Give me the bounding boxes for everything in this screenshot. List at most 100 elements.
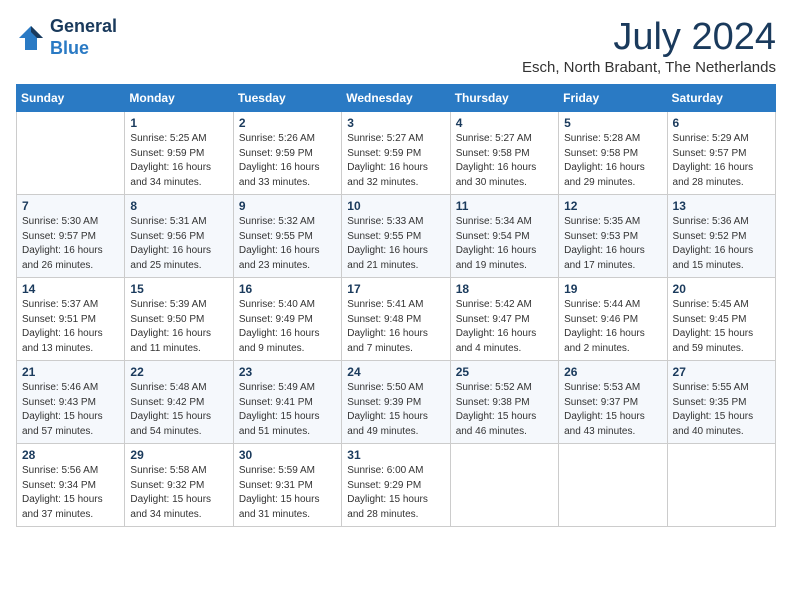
day-number: 8 [130,199,227,213]
day-info: Sunrise: 5:37 AM Sunset: 9:51 PM Dayligh… [22,298,119,356]
day-info: Sunrise: 5:56 AM Sunset: 9:34 PM Dayligh… [22,464,119,522]
col-header-wednesday: Wednesday [342,85,450,112]
day-info: Sunrise: 6:00 AM Sunset: 9:29 PM Dayligh… [347,464,444,522]
day-info: Sunrise: 5:58 AM Sunset: 9:32 PM Dayligh… [130,464,227,522]
day-number: 22 [130,365,227,379]
day-info: Sunrise: 5:40 AM Sunset: 9:49 PM Dayligh… [239,298,336,356]
day-info: Sunrise: 5:31 AM Sunset: 9:56 PM Dayligh… [130,215,227,273]
day-number: 25 [456,365,553,379]
day-number: 19 [564,282,661,296]
calendar-cell: 11 Sunrise: 5:34 AM Sunset: 9:54 PM Dayli… [450,195,558,278]
calendar-week-2: 7Sunrise: 5:30 AM Sunset: 9:57 PM Daylig… [17,195,776,278]
day-number: 16 [239,282,336,296]
calendar-cell: 25 Sunrise: 5:52 AM Sunset: 9:38 PM Dayli… [450,361,558,444]
day-info: Sunrise: 5:32 AM Sunset: 9:55 PM Dayligh… [239,215,336,273]
day-info: Sunrise: 5:53 AM Sunset: 9:37 PM Dayligh… [564,381,661,439]
day-info: Sunrise: 5:26 AM Sunset: 9:59 PM Dayligh… [239,132,336,190]
page-header: General Blue July 2024 Esch, North Braba… [16,16,776,76]
calendar-cell: 13Sunrise: 5:36 AM Sunset: 9:52 PM Dayli… [667,195,775,278]
calendar-cell: 7Sunrise: 5:30 AM Sunset: 9:57 PM Daylig… [17,195,125,278]
calendar-cell: 30Sunrise: 5:59 AM Sunset: 9:31 PM Dayli… [233,444,341,527]
day-number: 20 [673,282,770,296]
day-number: 4 [456,116,553,130]
calendar-table: SundayMondayTuesdayWednesdayThursdayFrid… [16,84,776,527]
calendar-cell: 27 Sunrise: 5:55 AM Sunset: 9:35 PM Dayli… [667,361,775,444]
day-info: Sunrise: 5:39 AM Sunset: 9:50 PM Dayligh… [130,298,227,356]
calendar-week-1: 1Sunrise: 5:25 AM Sunset: 9:59 PM Daylig… [17,112,776,195]
day-number: 21 [22,365,119,379]
day-number: 7 [22,199,119,213]
day-info: Sunrise: 5:34 AM Sunset: 9:54 PM Dayligh… [456,215,553,273]
day-number: 3 [347,116,444,130]
day-info: Sunrise: 5:48 AM Sunset: 9:42 PM Dayligh… [130,381,227,439]
calendar-cell: 1Sunrise: 5:25 AM Sunset: 9:59 PM Daylig… [125,112,233,195]
title-area: July 2024 Esch, North Brabant, The Nethe… [522,16,776,76]
logo-icon [16,23,46,53]
calendar-header-row: SundayMondayTuesdayWednesdayThursdayFrid… [17,85,776,112]
col-header-sunday: Sunday [17,85,125,112]
day-number: 1 [130,116,227,130]
day-number: 10 [347,199,444,213]
calendar-cell [17,112,125,195]
calendar-cell: 14 Sunrise: 5:37 AM Sunset: 9:51 PM Dayli… [17,278,125,361]
calendar-cell: 28 Sunrise: 5:56 AM Sunset: 9:34 PM Dayli… [17,444,125,527]
day-info: Sunrise: 5:27 AM Sunset: 9:59 PM Dayligh… [347,132,444,190]
calendar-cell: 24 Sunrise: 5:50 AM Sunset: 9:39 PM Dayli… [342,361,450,444]
calendar-cell: 10Sunrise: 5:33 AM Sunset: 9:55 PM Dayli… [342,195,450,278]
day-number: 15 [130,282,227,296]
day-info: Sunrise: 5:42 AM Sunset: 9:47 PM Dayligh… [456,298,553,356]
calendar-cell: 19 Sunrise: 5:44 AM Sunset: 9:46 PM Dayli… [559,278,667,361]
day-number: 27 [673,365,770,379]
calendar-cell [559,444,667,527]
calendar-cell: 2 Sunrise: 5:26 AM Sunset: 9:59 PM Daylig… [233,112,341,195]
col-header-tuesday: Tuesday [233,85,341,112]
calendar-cell: 15 Sunrise: 5:39 AM Sunset: 9:50 PM Dayli… [125,278,233,361]
day-number: 26 [564,365,661,379]
calendar-cell: 17 Sunrise: 5:41 AM Sunset: 9:48 PM Dayli… [342,278,450,361]
day-number: 2 [239,116,336,130]
day-number: 12 [564,199,661,213]
logo: General Blue [16,16,117,59]
day-number: 31 [347,448,444,462]
day-info: Sunrise: 5:46 AM Sunset: 9:43 PM Dayligh… [22,381,119,439]
logo-text: General Blue [50,16,117,59]
calendar-cell: 12 Sunrise: 5:35 AM Sunset: 9:53 PM Dayli… [559,195,667,278]
calendar-cell: 16 Sunrise: 5:40 AM Sunset: 9:49 PM Dayli… [233,278,341,361]
calendar-cell: 20 Sunrise: 5:45 AM Sunset: 9:45 PM Dayli… [667,278,775,361]
day-number: 28 [22,448,119,462]
day-number: 29 [130,448,227,462]
day-info: Sunrise: 5:55 AM Sunset: 9:35 PM Dayligh… [673,381,770,439]
col-header-monday: Monday [125,85,233,112]
day-info: Sunrise: 5:29 AM Sunset: 9:57 PM Dayligh… [673,132,770,190]
day-number: 14 [22,282,119,296]
day-number: 11 [456,199,553,213]
calendar-cell [450,444,558,527]
calendar-week-3: 14 Sunrise: 5:37 AM Sunset: 9:51 PM Dayli… [17,278,776,361]
day-info: Sunrise: 5:41 AM Sunset: 9:48 PM Dayligh… [347,298,444,356]
calendar-cell: 22 Sunrise: 5:48 AM Sunset: 9:42 PM Dayli… [125,361,233,444]
day-number: 23 [239,365,336,379]
day-number: 6 [673,116,770,130]
day-info: Sunrise: 5:50 AM Sunset: 9:39 PM Dayligh… [347,381,444,439]
calendar-cell: 23 Sunrise: 5:49 AM Sunset: 9:41 PM Dayli… [233,361,341,444]
calendar-cell: 18 Sunrise: 5:42 AM Sunset: 9:47 PM Dayli… [450,278,558,361]
calendar-week-5: 28 Sunrise: 5:56 AM Sunset: 9:34 PM Dayli… [17,444,776,527]
day-number: 9 [239,199,336,213]
day-info: Sunrise: 5:49 AM Sunset: 9:41 PM Dayligh… [239,381,336,439]
calendar-week-4: 21 Sunrise: 5:46 AM Sunset: 9:43 PM Dayli… [17,361,776,444]
calendar-cell: 3 Sunrise: 5:27 AM Sunset: 9:59 PM Daylig… [342,112,450,195]
day-info: Sunrise: 5:44 AM Sunset: 9:46 PM Dayligh… [564,298,661,356]
col-header-saturday: Saturday [667,85,775,112]
day-number: 24 [347,365,444,379]
day-info: Sunrise: 5:59 AM Sunset: 9:31 PM Dayligh… [239,464,336,522]
day-info: Sunrise: 5:52 AM Sunset: 9:38 PM Dayligh… [456,381,553,439]
day-info: Sunrise: 5:35 AM Sunset: 9:53 PM Dayligh… [564,215,661,273]
day-number: 17 [347,282,444,296]
day-number: 18 [456,282,553,296]
calendar-cell: 29 Sunrise: 5:58 AM Sunset: 9:32 PM Dayli… [125,444,233,527]
calendar-cell: 5Sunrise: 5:28 AM Sunset: 9:58 PM Daylig… [559,112,667,195]
day-info: Sunrise: 5:45 AM Sunset: 9:45 PM Dayligh… [673,298,770,356]
calendar-cell: 26 Sunrise: 5:53 AM Sunset: 9:37 PM Dayli… [559,361,667,444]
day-number: 13 [673,199,770,213]
day-info: Sunrise: 5:27 AM Sunset: 9:58 PM Dayligh… [456,132,553,190]
